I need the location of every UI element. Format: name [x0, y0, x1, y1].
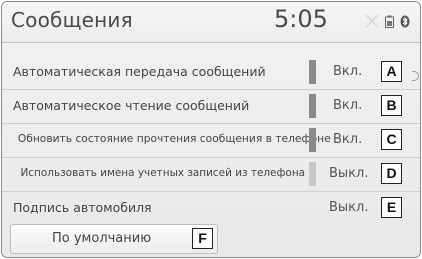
- header-bar: Сообщения 5:05: [2, 2, 420, 43]
- setting-toggle[interactable]: Вкл.: [309, 60, 379, 84]
- toggle-indicator: [309, 94, 316, 118]
- toggle-indicator: [309, 128, 316, 152]
- setting-row-update-read-status[interactable]: Обновить состояние прочтения сообщения в…: [2, 123, 420, 158]
- setting-row-auto-send[interactable]: Автоматическая передача сообщений Вкл. A: [2, 55, 420, 90]
- setting-label: Использовать имена учетных записей из те…: [20, 166, 306, 179]
- setting-row-vehicle-signature[interactable]: Подпись автомобиля Выкл. E: [2, 191, 420, 225]
- callout-badge: B: [381, 95, 402, 116]
- callout-badge: D: [381, 163, 402, 184]
- setting-toggle[interactable]: Выкл.: [309, 162, 379, 186]
- callout-badge: F: [192, 228, 213, 249]
- status-icons: [365, 13, 416, 32]
- setting-value[interactable]: Выкл.: [329, 200, 368, 215]
- messages-settings-screen: Сообщения 5:05 Автоматическая передача с…: [1, 1, 421, 258]
- setting-label: Автоматическая передача сообщений: [13, 64, 266, 79]
- toggle-value: Вкл.: [333, 98, 363, 113]
- bluetooth-icon: [400, 13, 410, 32]
- toggle-value: Вкл.: [333, 64, 363, 79]
- setting-toggle[interactable]: Вкл.: [309, 128, 379, 152]
- setting-row-use-phone-account-names[interactable]: Использовать имена учетных записей из те…: [2, 157, 420, 192]
- setting-label: Обновить состояние прочтения сообщения в…: [17, 132, 331, 145]
- clock: 5:05: [274, 5, 328, 33]
- callout-badge: A: [381, 61, 402, 82]
- toggle-indicator: [309, 60, 316, 84]
- phone-battery-icon: [385, 13, 394, 32]
- setting-toggle[interactable]: Вкл.: [309, 94, 379, 118]
- setting-label: Подпись автомобиля: [13, 200, 152, 215]
- callout-badge: C: [381, 129, 402, 150]
- toggle-indicator: [309, 162, 316, 186]
- toggle-value: Выкл.: [329, 166, 369, 181]
- setting-row-auto-read[interactable]: Автоматическое чтение сообщений Вкл. B: [2, 89, 420, 124]
- signal-icon: [365, 13, 379, 32]
- page-title: Сообщения: [11, 8, 133, 32]
- setting-label: Автоматическое чтение сообщений: [13, 98, 250, 113]
- reset-default-label: По умолчанию: [52, 231, 152, 246]
- callout-badge: E: [381, 197, 402, 218]
- reset-default-button[interactable]: По умолчанию F: [10, 224, 218, 254]
- toggle-value: Вкл.: [333, 132, 363, 147]
